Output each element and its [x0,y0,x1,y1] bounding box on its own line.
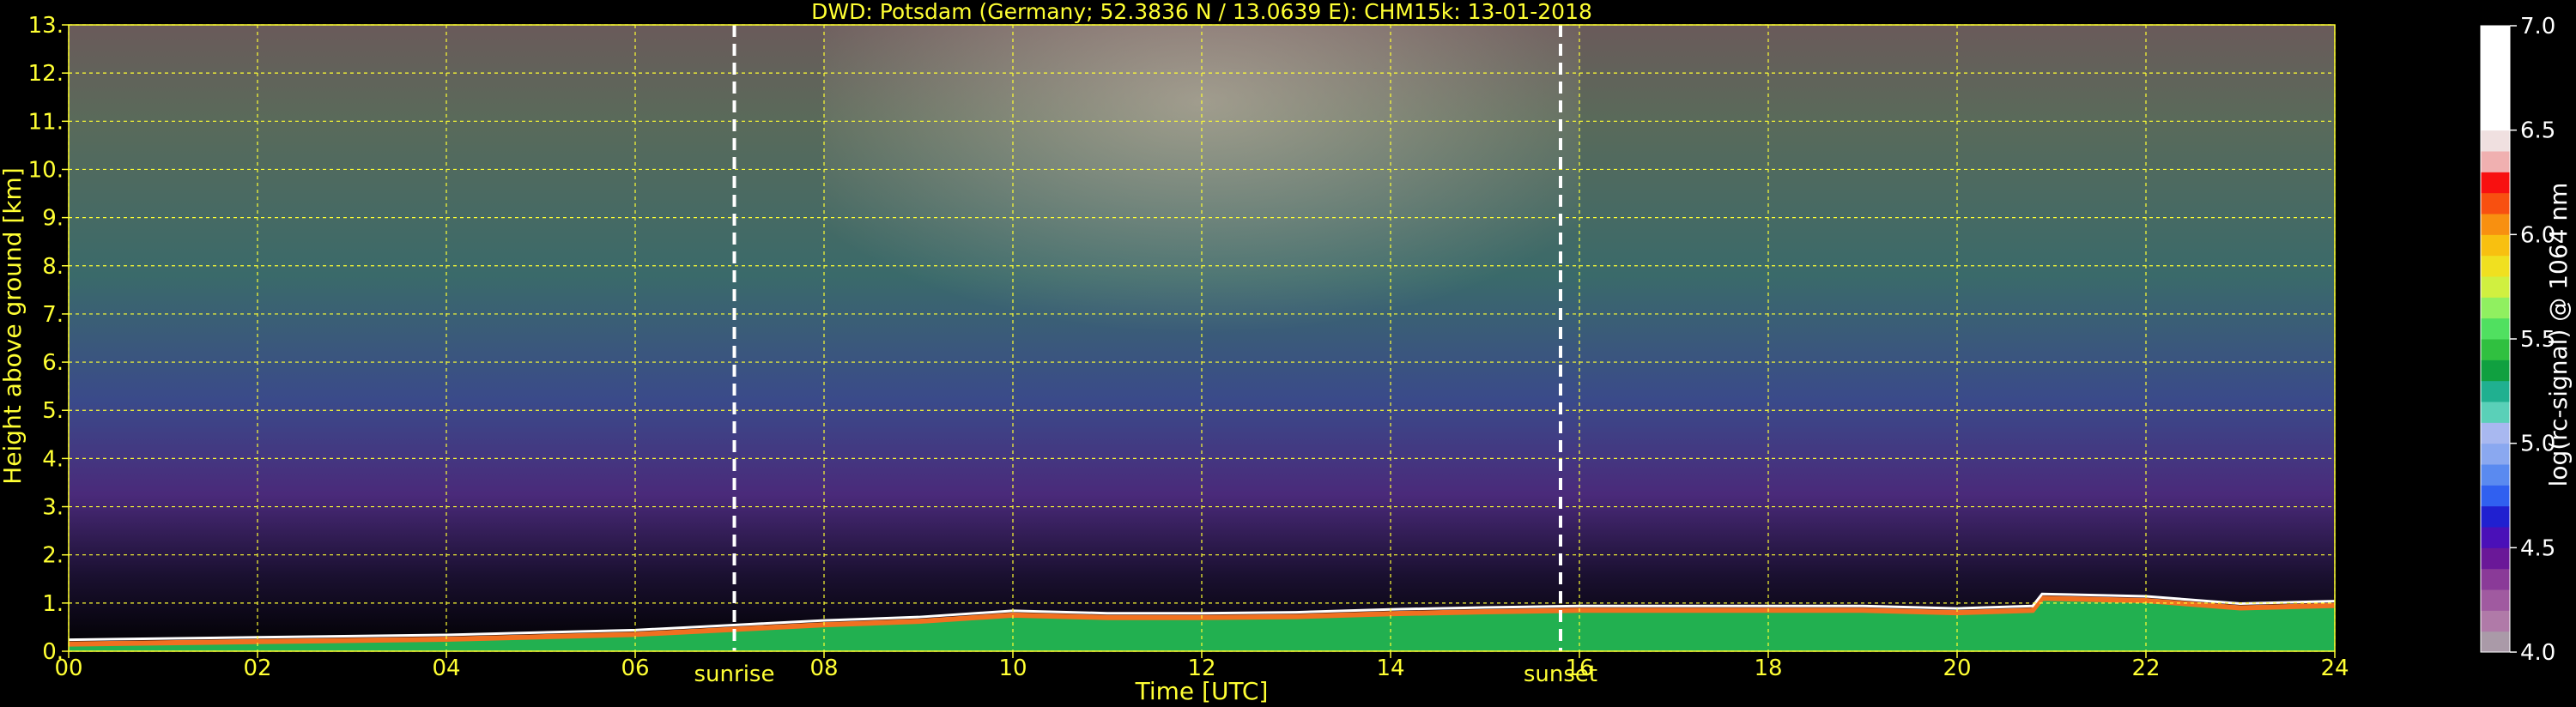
colorbar-segment [2481,547,2510,570]
x-tick-label: 02 [243,656,271,681]
colorbar-segment [2481,46,2510,69]
x-tick-label: 20 [1943,656,1971,681]
colorbar-segment [2481,276,2510,298]
colorbar-segment [2481,339,2510,360]
colorbar-tick-label: 6.5 [2520,118,2555,144]
colorbar-segment [2481,485,2510,507]
y-tick-label: 4. [42,446,64,472]
x-axis-label: Time [UTC] [1135,677,1269,705]
y-tick-label: 0. [42,639,64,665]
y-tick-label: 6. [42,350,64,376]
y-tick-label: 10. [28,157,64,183]
colorbar-segment [2481,380,2510,402]
colorbar-segment [2481,443,2510,465]
colorbar-segment [2481,214,2510,235]
colorbar-tick-label: 4.0 [2520,640,2555,666]
colorbar-segment [2481,402,2510,423]
colorbar-segment [2481,109,2510,131]
colorbar-tick-label: 4.5 [2520,535,2555,561]
x-tick-label: 14 [1376,656,1404,681]
colorbar-segment [2481,631,2510,653]
x-tick-label: 18 [1754,656,1782,681]
colorbar-label: log(rc-signal) @ 1064 nm [2544,183,2573,487]
colorbar-segment [2481,568,2510,590]
colorbar-segment [2481,130,2510,152]
colorbar-segment [2481,527,2510,548]
x-tick-label: 04 [432,656,460,681]
colorbar-segment [2481,610,2510,632]
colorbar-segment [2481,26,2510,47]
colorbar-segment [2481,234,2510,257]
chart-title: DWD: Potsdam (Germany; 52.3836 N / 13.06… [811,0,1592,24]
colorbar-segment [2481,422,2510,444]
x-tick-label: 06 [621,656,649,681]
colorbar-segment [2481,297,2510,319]
colorbar-segment [2481,172,2510,194]
colorbar-segment [2481,589,2510,611]
y-tick-label: 13. [28,13,64,39]
colorbar-segment [2481,255,2510,277]
colorbar-segment [2481,192,2510,215]
y-tick-label: 2. [42,543,64,569]
y-tick-label: 8. [42,254,64,280]
x-tick-label: 10 [998,656,1027,681]
y-tick-label: 7. [42,302,64,328]
y-tick-label: 5. [42,398,64,424]
sunrise-label: sunrise [694,662,775,687]
colorbar-segment [2481,317,2510,340]
y-axis-label: Height above ground [km] [0,167,27,485]
colorbar-tick-label: 7.0 [2520,14,2555,39]
y-tick-label: 11. [28,109,64,135]
y-tick-label: 1. [42,591,64,617]
colorbar-segment [2481,360,2510,382]
x-tick-label: 24 [2320,656,2349,681]
colorbar-segment [2481,88,2510,110]
x-tick-label: 08 [809,656,838,681]
plot-area [68,25,2336,651]
x-tick-label: 16 [1565,656,1593,681]
y-tick-label: 9. [42,206,64,232]
y-tick-label: 12. [28,61,64,87]
colorbar-segment [2481,464,2510,486]
x-tick-label: 22 [2131,656,2160,681]
ceilometer-chart: sunrise sunset 00 02 04 06 08 10 12 14 16 18 20 22 24… [0,0,2573,705]
colorbar-segment [2481,151,2510,172]
y-tick-label: 3. [42,495,64,521]
colorbar-segment [2481,67,2510,89]
colorbar-segment [2481,505,2510,528]
